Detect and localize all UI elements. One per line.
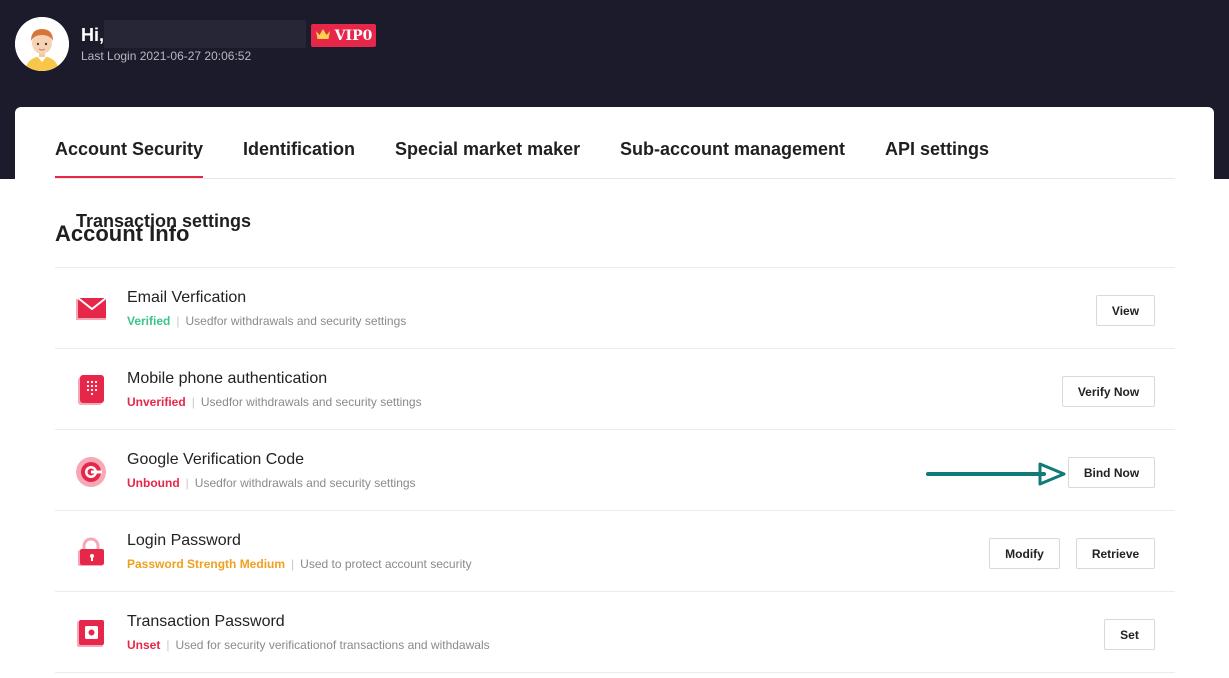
row-divider [55,672,1175,673]
vip-badge: VIP0 [311,24,376,47]
row-description: Usedfor withdrawals and security setting… [185,314,407,328]
row-title: Google Verification Code [127,451,304,468]
status-badge: Unset [127,638,161,652]
account-security-card [15,107,1214,678]
row-title: Email Verfication [127,289,247,306]
tab-sub-account-management[interactable]: Sub-account management [620,139,845,160]
avatar[interactable] [15,17,69,71]
tab-account-security[interactable]: Account Security [55,139,204,179]
row-subtitle: Password Strength Medium | Used to protect… [127,557,472,571]
row-divider [55,591,1175,592]
mobile-phone-icon [75,374,107,406]
row-divider [55,348,1175,349]
row-divider [55,510,1175,511]
row-description: Usedfor withdrawals and security setting… [194,476,416,490]
arrow-right-icon [926,462,1066,486]
row-subtitle: Unverified | Usedfor withdrawals and secur… [127,395,422,409]
row-title: Login Password [127,532,241,549]
retrieve-button[interactable]: Retrieve [1076,538,1155,569]
row-description: Usedfor withdrawals and security setting… [200,395,422,409]
status-badge: Verified [127,314,171,328]
modify-button[interactable]: Modify [989,538,1060,569]
set-button[interactable]: Set [1104,619,1155,650]
tab-identification[interactable]: Identification [243,139,355,160]
vip-level-label: VIP0 [334,27,373,44]
status-badge: Unverified [127,395,186,409]
row-divider [55,267,1175,268]
row-subtitle: Unbound | Usedfor withdrawals and security… [127,476,416,490]
row-description: Used to protect account security [300,557,472,571]
last-login-text: Last Login 2021-06-27 20:06:52 [81,49,252,63]
safe-icon [75,617,107,649]
tab-special-market-maker[interactable]: Special market maker [395,139,580,160]
row-description: Used for security verificationof transac… [175,638,490,652]
row-subtitle: Verified | Usedfor withdrawals and securit… [127,314,407,328]
tab-api-settings[interactable]: API settings [885,139,989,160]
crown-icon [315,28,331,44]
status-badge: Password Strength Medium [127,557,286,571]
row-title: Mobile phone authentication [127,370,328,387]
row-title: Transaction Password [127,613,285,630]
email-icon [75,293,107,325]
username-redacted [104,20,306,48]
google-authenticator-icon [75,455,107,487]
greeting-text: Hi, [81,25,105,45]
row-divider [55,429,1175,430]
row-subtitle: Unset | Used for security verificationof t… [127,638,490,652]
view-button[interactable]: View [1096,295,1155,326]
verify-now-button[interactable]: Verify Now [1062,376,1155,407]
status-badge: Unbound [127,476,180,490]
padlock-icon [75,536,107,568]
tabs-divider [55,178,1175,179]
bind-now-button[interactable]: Bind Now [1068,457,1155,488]
section-title: Account Info [55,221,190,246]
